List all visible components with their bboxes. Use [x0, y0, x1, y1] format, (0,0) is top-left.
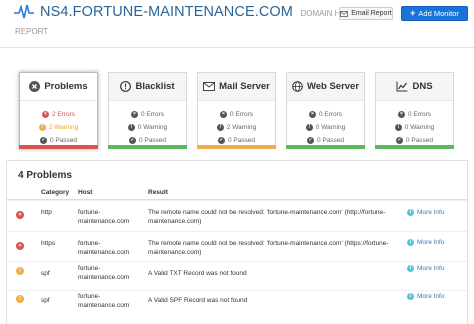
more-info-link[interactable]: i More Info — [407, 293, 444, 300]
plus-icon: + — [410, 8, 416, 18]
check-icon: ✓ — [128, 137, 136, 144]
warning-icon: ! — [38, 124, 46, 131]
chart-icon — [396, 81, 408, 92]
card-title: Mail Server — [219, 81, 270, 92]
error-icon: × — [16, 211, 24, 219]
error-icon: × — [308, 111, 316, 118]
table-row: ! spf fortune- maintenance.com A Valid T… — [7, 261, 467, 290]
heartbeat-logo-icon — [14, 4, 34, 19]
problems-heading: 4 Problems — [18, 170, 72, 181]
category-cell: spf — [41, 270, 50, 277]
warning-icon: ! — [127, 124, 135, 131]
result-cell: A Valid SPF Record was not found — [148, 297, 248, 304]
warning-icon: ! — [394, 124, 402, 131]
card-title: DNS — [412, 81, 433, 92]
email-report-button[interactable]: Email Report — [339, 7, 393, 20]
warning-count: ! 0 Warning — [287, 121, 364, 134]
card-mail-server[interactable]: Mail Server × 0 Errors ! 2 Warning ✓ 0 Pass… — [197, 72, 276, 149]
page-header: NS4.FORTUNE-MAINTENANCE.COM DOMAIN HEALT… — [0, 0, 474, 48]
error-count: × 0 Errors — [109, 108, 186, 121]
error-count: × 0 Errors — [198, 108, 275, 121]
info-icon: i — [407, 209, 414, 216]
more-info-link[interactable]: i More Info — [407, 239, 444, 246]
warning-count: ! 0 Warning — [109, 121, 186, 134]
error-count: × 2 Errors — [20, 108, 97, 121]
host-cell: fortune- maintenance.com — [78, 209, 130, 225]
card-title: Blacklist — [135, 81, 175, 92]
check-icon: ✓ — [395, 137, 403, 144]
check-icon: ✓ — [39, 137, 47, 144]
column-header-host: Host — [78, 189, 93, 196]
result-cell: The remote name could not be resolved: '… — [148, 240, 389, 256]
add-monitor-label: Add Monitor — [418, 9, 459, 18]
globe-icon — [292, 81, 303, 92]
warning-icon: ! — [16, 267, 24, 275]
warning-count: ! 0 Warning — [376, 121, 453, 134]
category-cell: https — [41, 240, 56, 247]
status-bar — [19, 145, 98, 149]
column-header-category: Category — [41, 189, 70, 196]
info-icon: i — [407, 239, 414, 246]
error-icon: × — [16, 242, 24, 250]
add-monitor-button[interactable]: + Add Monitor — [401, 6, 468, 21]
info-icon: i — [407, 293, 414, 300]
error-icon: × — [130, 111, 138, 118]
warning-icon: ! — [305, 124, 313, 131]
email-report-label: Email Report — [351, 10, 392, 17]
warning-count: ! 2 Warning — [198, 121, 275, 134]
error-icon: × — [219, 111, 227, 118]
check-icon: ✓ — [306, 137, 314, 144]
status-bar — [375, 145, 454, 149]
warning-icon: ! — [216, 124, 224, 131]
problems-panel: 4 Problems Category Host Result × http f… — [6, 160, 468, 324]
host-cell: fortune- maintenance.com — [78, 293, 130, 309]
card-web-server[interactable]: Web Server × 0 Errors ! 0 Warning ✓ 0 Passe… — [286, 72, 365, 149]
column-header-result: Result — [148, 189, 168, 196]
table-row: ! spf fortune- maintenance.com A Valid S… — [7, 290, 467, 324]
result-cell: A Valid TXT Record was not found — [148, 270, 247, 277]
exclamation-circle-icon — [120, 81, 132, 92]
close-circle-icon — [29, 81, 41, 92]
table-row: × http fortune- maintenance.com The remo… — [7, 200, 467, 231]
status-bar — [108, 145, 187, 149]
page-title: NS4.FORTUNE-MAINTENANCE.COM — [40, 4, 293, 20]
error-count: × 0 Errors — [376, 108, 453, 121]
envelope-icon — [340, 10, 349, 17]
warning-icon: ! — [16, 295, 24, 303]
status-bar — [286, 145, 365, 149]
info-icon: i — [407, 265, 414, 272]
card-title: Web Server — [306, 81, 360, 92]
warning-count: ! 2 Warning — [20, 121, 97, 134]
more-info-link[interactable]: i More Info — [407, 209, 444, 216]
error-icon: × — [397, 111, 405, 118]
card-blacklist[interactable]: Blacklist × 0 Errors ! 0 Warning ✓ 0 Passed — [108, 72, 187, 149]
error-count: × 0 Errors — [287, 108, 364, 121]
card-dns[interactable]: DNS × 0 Errors ! 0 Warning ✓ 0 Passed — [375, 72, 454, 149]
status-bar — [197, 145, 276, 149]
more-info-link[interactable]: i More Info — [407, 265, 444, 272]
table-row: × https fortune- maintenance.com The rem… — [7, 231, 467, 261]
card-problems[interactable]: Problems × 2 Errors ! 2 Warning ✓ 0 Passed — [19, 72, 98, 149]
check-icon: ✓ — [217, 137, 225, 144]
category-cell: spf — [41, 297, 50, 304]
error-icon: × — [41, 111, 49, 118]
envelope-icon — [203, 82, 216, 91]
host-cell: fortune- maintenance.com — [78, 265, 130, 281]
result-cell: The remote name could not be resolved: '… — [148, 209, 386, 225]
host-cell: fortune- maintenance.com — [78, 240, 130, 256]
category-cell: http — [41, 209, 52, 216]
card-title: Problems — [44, 81, 88, 92]
page-subtitle-continued: REPORT — [15, 27, 49, 36]
